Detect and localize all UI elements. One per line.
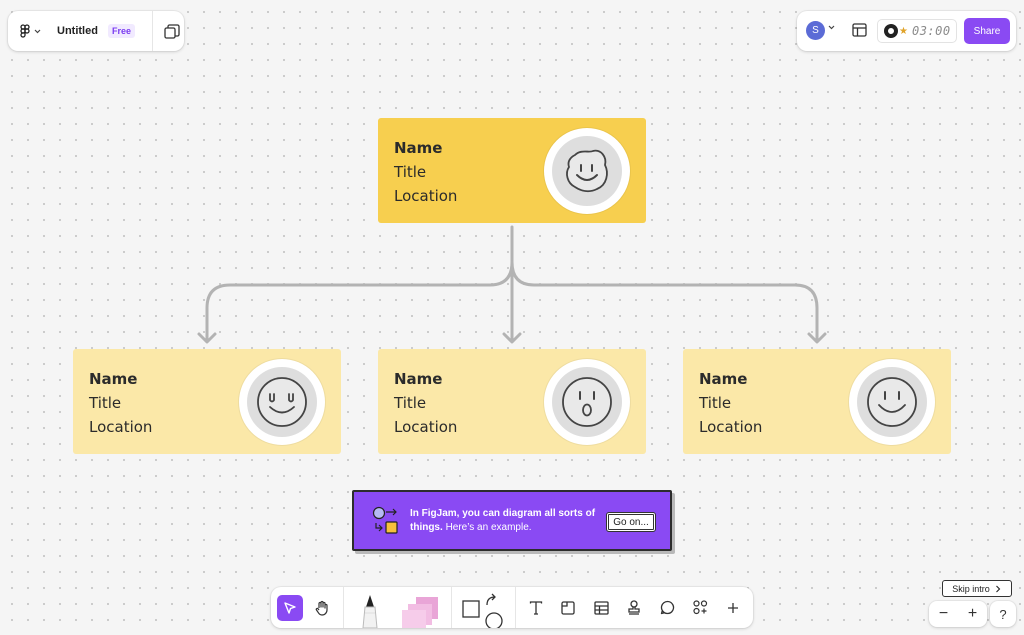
hand-icon bbox=[315, 600, 328, 616]
bottom-toolbar bbox=[271, 587, 753, 628]
go-on-button[interactable]: Go on... bbox=[606, 512, 656, 532]
zoom-controls: − + bbox=[929, 601, 987, 627]
skip-intro-button[interactable]: Skip intro bbox=[942, 580, 1012, 597]
org-card-child-3[interactable]: Name Title Location bbox=[683, 349, 951, 454]
zoom-out-button[interactable]: − bbox=[929, 601, 958, 627]
org-card-child-1[interactable]: Name Title Location bbox=[73, 349, 341, 454]
card-name: Name bbox=[394, 370, 443, 388]
org-card-child-2[interactable]: Name Title Location bbox=[378, 349, 646, 454]
table-tool-button[interactable] bbox=[588, 587, 614, 628]
card-title: Title bbox=[394, 163, 427, 181]
select-tool-button[interactable] bbox=[277, 587, 303, 628]
widgets-tool-button[interactable] bbox=[687, 587, 713, 628]
happy-face-icon bbox=[867, 377, 917, 427]
marker-icon bbox=[362, 595, 378, 628]
connector-right bbox=[510, 260, 819, 343]
card-location: Location bbox=[394, 187, 458, 205]
text-tool-button[interactable] bbox=[523, 587, 549, 628]
avatar bbox=[544, 128, 630, 214]
card-title: Title bbox=[394, 394, 427, 412]
select-icon bbox=[284, 601, 296, 614]
plus-icon bbox=[728, 602, 738, 613]
surprised-face-icon bbox=[562, 377, 612, 427]
intro-message-light: Here’s an example. bbox=[445, 522, 532, 533]
stamp-icon bbox=[628, 600, 640, 615]
sticky-notes-icon bbox=[402, 597, 438, 628]
card-name: Name bbox=[699, 370, 748, 388]
divider bbox=[343, 587, 344, 628]
intro-banner: In FigJam, you can diagram all sorts of … bbox=[352, 490, 672, 551]
blob-face-icon bbox=[566, 149, 608, 193]
intro-message: In FigJam, you can diagram all sorts of … bbox=[410, 507, 596, 535]
divider bbox=[515, 587, 516, 628]
section-icon bbox=[561, 600, 575, 615]
diagram-icon bbox=[372, 506, 398, 534]
comment-icon bbox=[660, 600, 674, 615]
help-button[interactable]: ? bbox=[990, 601, 1016, 627]
org-card-root[interactable]: Name Title Location bbox=[378, 118, 646, 223]
section-tool-button[interactable] bbox=[555, 587, 581, 628]
hand-tool-button[interactable] bbox=[309, 587, 335, 628]
avatar bbox=[849, 359, 935, 445]
card-name: Name bbox=[394, 139, 443, 157]
card-title: Title bbox=[89, 394, 122, 412]
card-location: Location bbox=[89, 418, 153, 436]
shapes-tool-button[interactable] bbox=[459, 587, 503, 628]
sticky-notes-tool-button[interactable] bbox=[397, 587, 447, 628]
zoom-in-button[interactable]: + bbox=[958, 601, 987, 627]
skip-intro-label: Skip intro bbox=[952, 583, 990, 594]
smiling-face-icon bbox=[257, 377, 307, 427]
divider bbox=[451, 587, 452, 628]
text-icon bbox=[529, 600, 543, 615]
more-tools-button[interactable] bbox=[720, 587, 746, 628]
card-location: Location bbox=[699, 418, 763, 436]
stamp-tool-button[interactable] bbox=[621, 587, 647, 628]
widgets-icon bbox=[692, 600, 707, 615]
marker-tool-button[interactable] bbox=[355, 587, 385, 628]
avatar bbox=[239, 359, 325, 445]
chevron-right-icon bbox=[995, 585, 1001, 592]
comment-tool-button[interactable] bbox=[654, 587, 680, 628]
table-icon bbox=[593, 600, 609, 615]
connector-left bbox=[205, 260, 514, 343]
card-title: Title bbox=[699, 394, 732, 412]
card-location: Location bbox=[394, 418, 458, 436]
card-name: Name bbox=[89, 370, 138, 388]
avatar bbox=[544, 359, 630, 445]
shapes-icon bbox=[462, 593, 503, 628]
